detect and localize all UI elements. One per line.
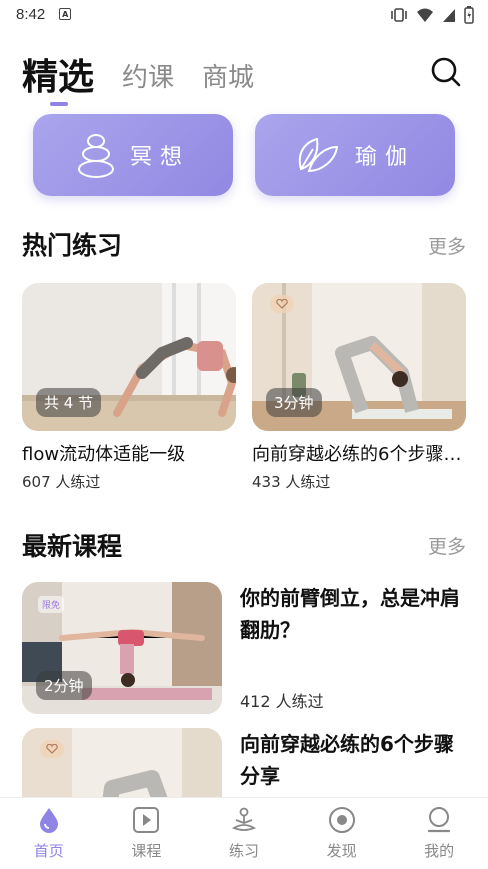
nav-discover-label: 发现 — [326, 842, 357, 860]
hot-card-count: 433 人练过 — [252, 473, 331, 491]
yoga-button[interactable]: 瑜伽 — [255, 114, 455, 196]
hot-card[interactable]: 共 4 节 flow流动体适能一级 607 人练过 — [22, 283, 236, 492]
hot-card-title: flow流动体适能一级 — [22, 444, 186, 465]
course-count: 412 人练过 — [240, 692, 324, 711]
search-icon — [431, 57, 461, 87]
course-duration-badge: 2分钟 — [36, 671, 92, 700]
wifi-icon — [417, 8, 433, 22]
top-tabs: 精选 约课 商城 — [22, 50, 254, 106]
course-title: 向前穿越必练的6个步骤分享 — [240, 732, 454, 788]
vip-heart-icon — [40, 740, 64, 758]
nav-courses-label: 课程 — [131, 842, 162, 860]
latest-more-link[interactable]: 更多 — [428, 532, 466, 559]
nav-practice-label: 练习 — [228, 842, 259, 860]
tab-featured-label: 精选 — [22, 57, 95, 98]
discover-icon — [328, 807, 355, 833]
nav-discover[interactable]: 发现 — [293, 798, 391, 869]
hot-card-count: 607 人练过 — [22, 473, 101, 491]
nav-profile[interactable]: 我的 — [390, 798, 488, 869]
hot-card-thumbnail: 共 4 节 — [22, 283, 236, 431]
meditation-button[interactable]: 冥想 — [33, 114, 233, 196]
hot-card-title: 向前穿越必练的6个步骤分享 — [252, 444, 466, 465]
home-drop-icon — [39, 808, 58, 833]
tab-booking[interactable]: 约课 — [122, 56, 174, 100]
search-button[interactable] — [430, 56, 462, 88]
status-time: 8:42 — [16, 5, 46, 23]
tab-shop[interactable]: 商城 — [202, 56, 254, 100]
battery-icon — [464, 6, 474, 24]
status-bar: 8:42 A — [0, 0, 488, 28]
course-thumbnail: 限免 2分钟 — [22, 582, 222, 714]
nav-practice[interactable]: 练习 — [195, 798, 293, 869]
latest-section-title: 最新课程 — [22, 532, 123, 561]
hot-card-duration-badge: 3分钟 — [266, 388, 322, 417]
notification-a-icon: A — [59, 8, 72, 20]
play-icon — [133, 807, 160, 833]
nav-courses[interactable]: 课程 — [98, 798, 196, 869]
hot-card-thumbnail: 3分钟 — [252, 283, 466, 431]
tab-active-indicator — [50, 102, 68, 106]
lotus-icon — [231, 807, 257, 831]
vibrate-icon — [391, 8, 407, 22]
yoga-label: 瑜伽 — [354, 145, 415, 170]
course-title: 你的前臂倒立，总是冲肩翻肋？ — [240, 586, 460, 642]
nav-home[interactable]: 首页 — [0, 798, 98, 869]
bottom-nav: 首页 课程 练习 发现 我的 — [0, 797, 488, 869]
hot-card-duration-badge: 共 4 节 — [36, 388, 102, 417]
vip-heart-icon — [270, 295, 294, 313]
nav-profile-label: 我的 — [424, 842, 455, 860]
meditation-label: 冥想 — [129, 145, 190, 170]
hot-more-link[interactable]: 更多 — [428, 232, 466, 259]
hot-card[interactable]: 3分钟 向前穿越必练的6个步骤分享 433 人练过 — [252, 283, 466, 492]
course-list-item[interactable]: 限免 2分钟 你的前臂倒立，总是冲肩翻肋？ 412 人练过 — [22, 582, 468, 714]
status-icons — [390, 6, 474, 24]
stones-icon — [77, 134, 114, 178]
tab-featured[interactable]: 精选 — [22, 56, 95, 106]
hot-section-title: 热门练习 — [22, 231, 123, 260]
limited-free-tag: 限免 — [38, 596, 65, 613]
profile-icon — [428, 807, 451, 833]
nav-home-label: 首页 — [33, 842, 64, 860]
leaf-icon — [298, 137, 339, 173]
signal-icon — [443, 9, 455, 22]
